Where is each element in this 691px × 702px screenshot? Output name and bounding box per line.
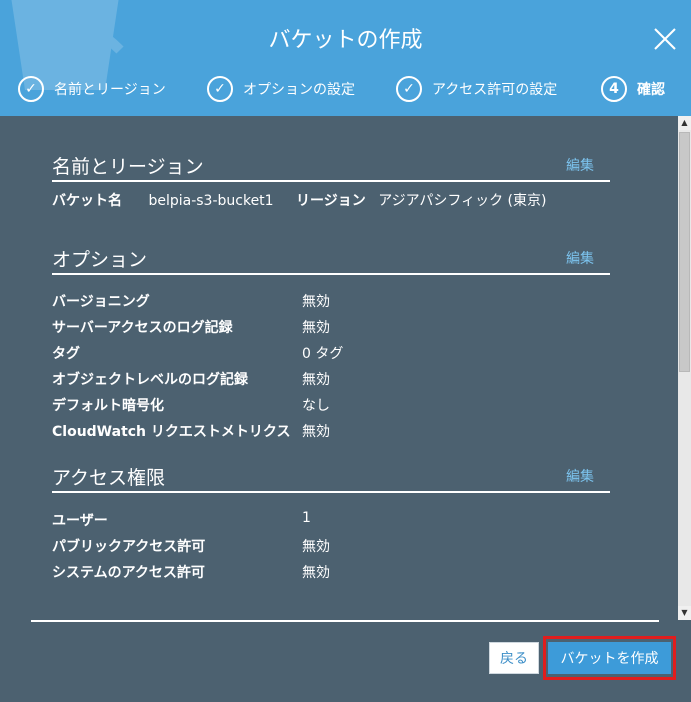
modal-header: バケットの作成 ✓ 名前とリージョン ✓ オプションの設定 ✓ アクセス許可の設… bbox=[0, 0, 691, 116]
create-bucket-button[interactable]: バケットを作成 bbox=[548, 642, 671, 674]
step-name-region[interactable]: ✓ 名前とリージョン bbox=[18, 74, 166, 104]
permission-value: 無効 bbox=[302, 539, 330, 555]
region-key: リージョン bbox=[296, 193, 366, 209]
option-key: デフォルト暗号化 bbox=[52, 398, 164, 414]
scroll-down-icon[interactable]: ▼ bbox=[678, 606, 691, 620]
section-title: アクセス権限 bbox=[52, 467, 166, 489]
option-key: バージョニング bbox=[52, 294, 150, 310]
step-label: オプションの設定 bbox=[243, 82, 355, 98]
review-content: 名前とリージョン 編集 バケット名 belpia-s3-bucket1 リージョ… bbox=[0, 116, 678, 620]
edit-link[interactable]: 編集 bbox=[566, 466, 594, 486]
step-permissions[interactable]: ✓ アクセス許可の設定 bbox=[396, 74, 557, 104]
step-options[interactable]: ✓ オプションの設定 bbox=[207, 74, 355, 104]
step-review: 4 確認 bbox=[601, 74, 665, 104]
section-title: オプション bbox=[52, 249, 148, 271]
back-button[interactable]: 戻る bbox=[489, 642, 539, 674]
option-value: なし bbox=[302, 398, 330, 414]
edit-link[interactable]: 編集 bbox=[566, 248, 594, 268]
option-key: タグ bbox=[52, 346, 80, 362]
option-value: 無効 bbox=[302, 320, 330, 336]
section-header-permissions: アクセス権限 編集 bbox=[52, 461, 610, 493]
section-title: 名前とリージョン bbox=[52, 156, 204, 178]
permission-key: ユーザー bbox=[52, 513, 108, 529]
checkmark-icon: ✓ bbox=[396, 76, 422, 102]
scroll-up-icon[interactable]: ▲ bbox=[678, 116, 691, 130]
edit-link[interactable]: 編集 bbox=[566, 155, 594, 175]
checkmark-icon: ✓ bbox=[18, 76, 44, 102]
permission-value: 1 bbox=[302, 510, 311, 526]
option-value: 無効 bbox=[302, 372, 330, 388]
footer-divider bbox=[31, 620, 659, 622]
step-label: アクセス許可の設定 bbox=[432, 82, 558, 98]
bucket-name-value: belpia-s3-bucket1 bbox=[148, 193, 274, 209]
modal-title: バケットの作成 bbox=[268, 28, 423, 53]
option-value: 無効 bbox=[302, 424, 330, 440]
scrollbar-thumb[interactable] bbox=[679, 132, 690, 372]
vertical-scrollbar[interactable]: ▲ ▼ bbox=[678, 116, 691, 620]
close-icon[interactable] bbox=[652, 26, 678, 52]
checkmark-icon: ✓ bbox=[207, 76, 233, 102]
permission-value: 無効 bbox=[302, 565, 330, 581]
step-label: 確認 bbox=[637, 82, 665, 98]
bucket-name-row: バケット名 belpia-s3-bucket1 リージョン アジアパシフィック … bbox=[52, 190, 546, 210]
option-value: 0 タグ bbox=[302, 346, 344, 362]
section-header-options: オプション 編集 bbox=[52, 243, 610, 275]
bucket-name-key: バケット名 bbox=[52, 193, 122, 209]
option-key: オブジェクトレベルのログ記録 bbox=[52, 372, 248, 388]
step-label: 名前とリージョン bbox=[54, 82, 166, 98]
option-key: CloudWatch リクエストメトリクス bbox=[52, 424, 291, 440]
wizard-steps: ✓ 名前とリージョン ✓ オプションの設定 ✓ アクセス許可の設定 4 確認 bbox=[0, 74, 691, 104]
option-value: 無効 bbox=[302, 294, 330, 310]
region-value: アジアパシフィック (東京) bbox=[378, 193, 547, 209]
section-header-name-region: 名前とリージョン 編集 bbox=[52, 150, 610, 182]
permission-key: システムのアクセス許可 bbox=[52, 565, 205, 581]
option-key: サーバーアクセスのログ記録 bbox=[52, 320, 233, 336]
permission-key: パブリックアクセス許可 bbox=[52, 539, 206, 555]
step-number: 4 bbox=[601, 76, 627, 102]
